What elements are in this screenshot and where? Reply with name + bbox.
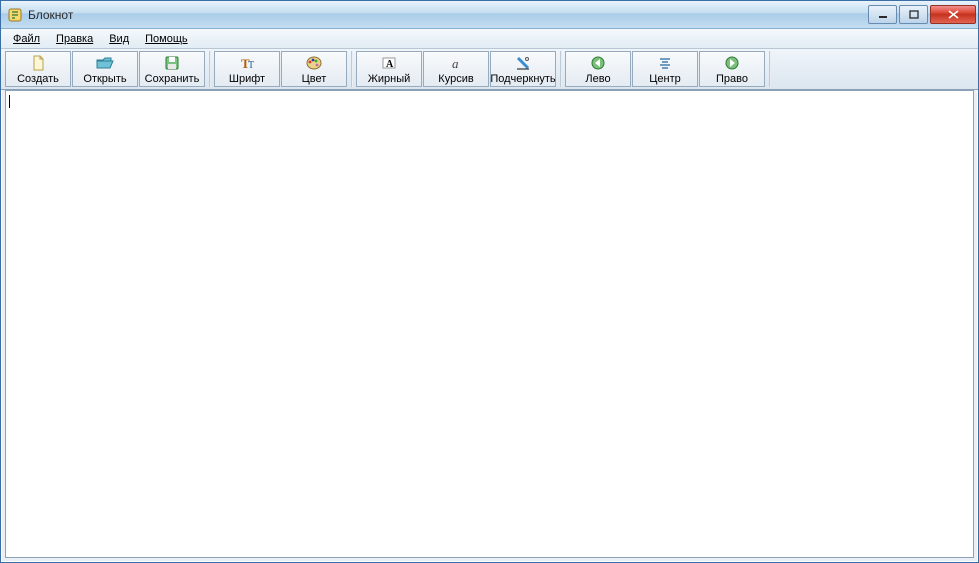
underline-icon — [514, 54, 532, 72]
toolbar-separator — [560, 51, 562, 87]
save-button[interactable]: Сохранить — [139, 51, 205, 87]
menu-view[interactable]: Вид — [101, 29, 137, 48]
italic-button[interactable]: a Курсив — [423, 51, 489, 87]
font-icon: TT — [238, 54, 256, 72]
maximize-button[interactable] — [899, 5, 928, 24]
new-button[interactable]: Создать — [5, 51, 71, 87]
svg-text:a: a — [452, 56, 459, 71]
align-center-icon — [657, 54, 673, 72]
titlebar: Блокнот — [1, 1, 978, 29]
toolbar-group-style: A Жирный a Курсив Подчеркнуть — [356, 51, 557, 87]
font-button[interactable]: TT Шрифт — [214, 51, 280, 87]
bold-button[interactable]: A Жирный — [356, 51, 422, 87]
menubar: Файл Правка Вид Помощь — [1, 29, 978, 49]
svg-text:A: A — [386, 59, 394, 70]
text-caret — [9, 95, 10, 108]
color-palette-icon — [305, 54, 323, 72]
underline-button[interactable]: Подчеркнуть — [490, 51, 556, 87]
color-button[interactable]: Цвет — [281, 51, 347, 87]
toolbar-group-font: TT Шрифт Цвет — [214, 51, 348, 87]
open-folder-icon — [96, 54, 114, 72]
bold-icon: A — [380, 54, 398, 72]
app-icon — [7, 7, 23, 23]
open-button[interactable]: Открыть — [72, 51, 138, 87]
editor-area — [5, 90, 974, 558]
align-left-icon — [590, 54, 606, 72]
menu-file[interactable]: Файл — [5, 29, 48, 48]
close-button[interactable] — [930, 5, 976, 24]
window-controls — [868, 5, 976, 24]
toolbar-separator — [351, 51, 353, 87]
toolbar: Создать Открыть Сохранить TT — [1, 49, 978, 90]
app-window: Блокнот Файл Правка Вид Помощь Создат — [0, 0, 979, 563]
toolbar-separator — [769, 51, 771, 87]
toolbar-separator — [209, 51, 211, 87]
new-file-icon — [30, 54, 46, 72]
save-disk-icon — [164, 54, 180, 72]
italic-icon: a — [447, 54, 465, 72]
align-left-button[interactable]: Лево — [565, 51, 631, 87]
text-editor[interactable] — [6, 91, 973, 557]
minimize-button[interactable] — [868, 5, 897, 24]
menu-edit[interactable]: Правка — [48, 29, 101, 48]
align-center-button[interactable]: Центр — [632, 51, 698, 87]
svg-text:T: T — [248, 60, 254, 71]
toolbar-group-file: Создать Открыть Сохранить — [5, 51, 206, 87]
menu-help[interactable]: Помощь — [137, 29, 196, 48]
align-right-icon — [724, 54, 740, 72]
align-right-button[interactable]: Право — [699, 51, 765, 87]
toolbar-group-align: Лево Центр Право — [565, 51, 766, 87]
window-title: Блокнот — [28, 8, 868, 22]
